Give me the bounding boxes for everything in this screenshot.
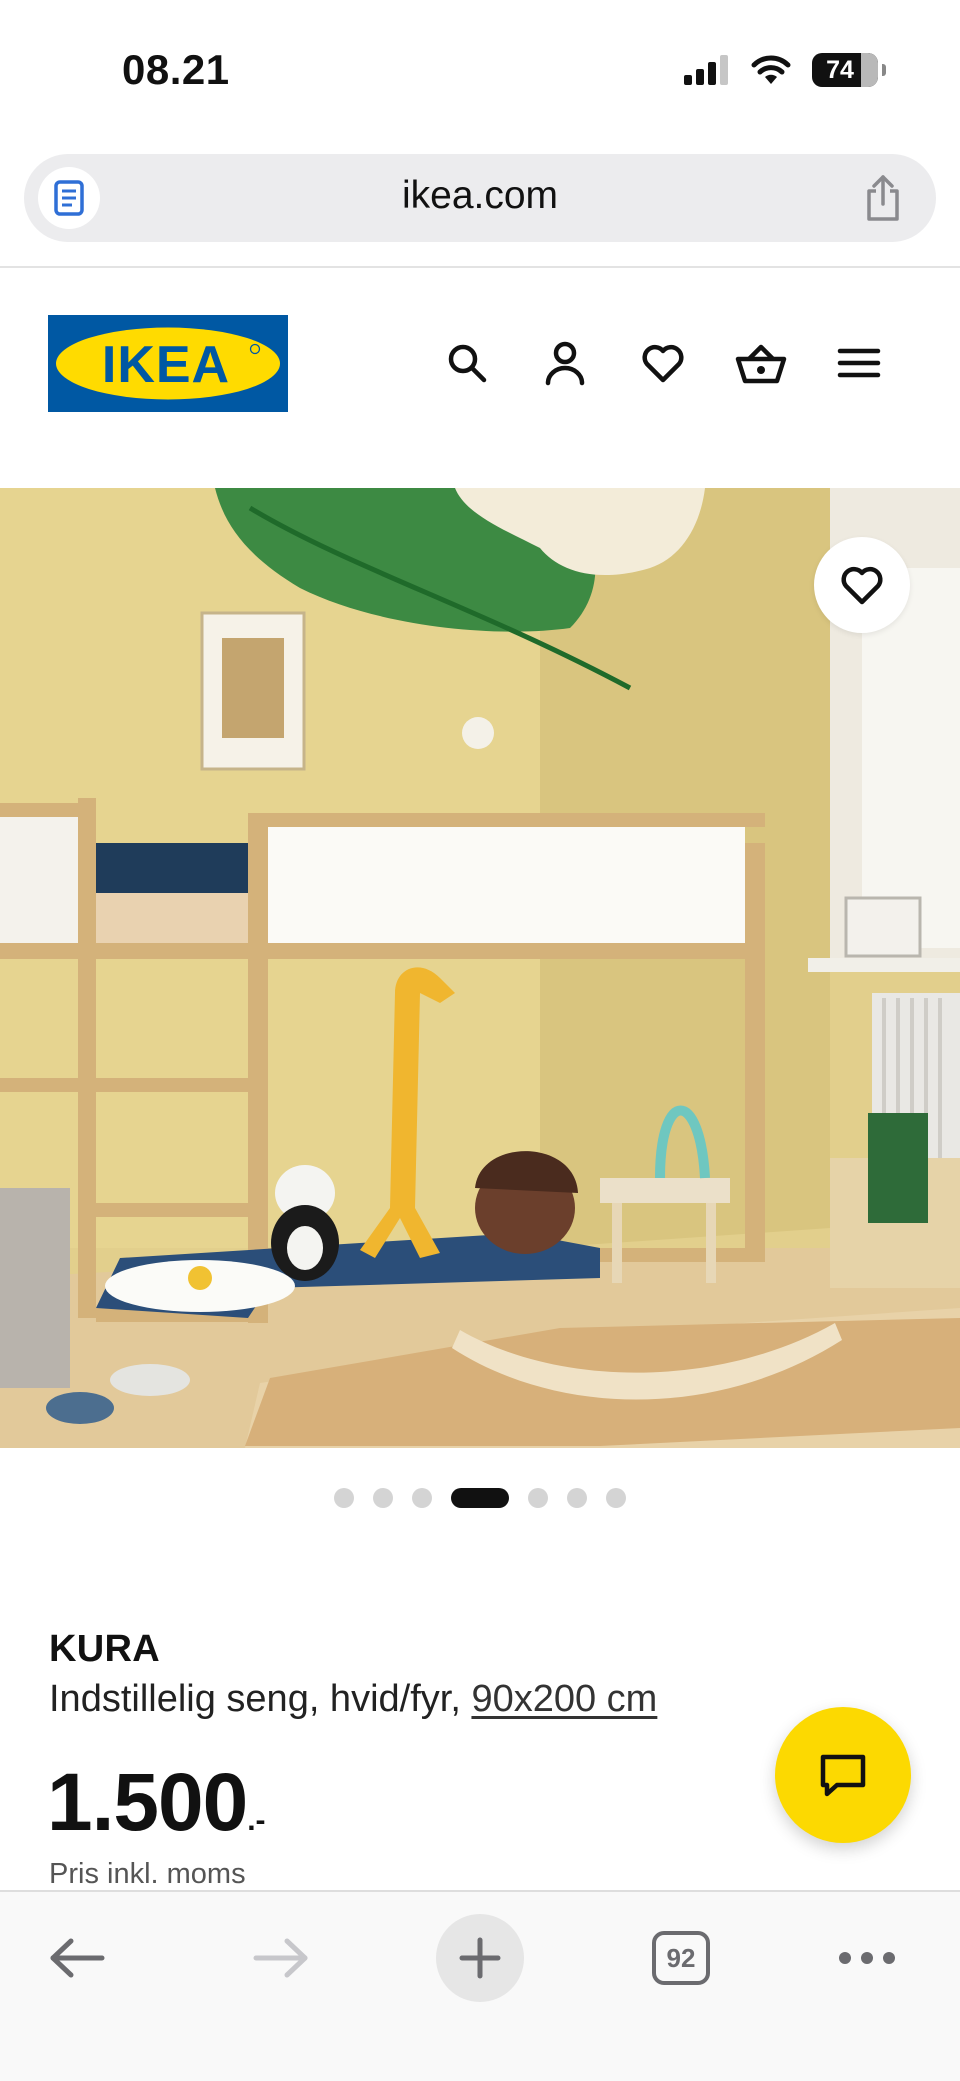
carousel-dot[interactable] xyxy=(334,1488,354,1508)
share-icon xyxy=(867,175,899,221)
account-icon xyxy=(545,341,585,386)
status-bar: 08.21 74 xyxy=(0,0,960,140)
account-button[interactable] xyxy=(538,336,592,390)
carousel-dot[interactable] xyxy=(451,1488,509,1508)
carousel-dot[interactable] xyxy=(567,1488,587,1508)
forward-button[interactable] xyxy=(244,1914,318,2002)
share-button[interactable] xyxy=(858,172,908,224)
more-button[interactable] xyxy=(830,1914,904,2002)
product-name: KURA xyxy=(49,1628,160,1670)
wifi-icon xyxy=(751,55,791,84)
price-value: 1.500 xyxy=(47,1757,248,1848)
browser-toolbar: 92 xyxy=(0,1890,960,2081)
favorite-button[interactable] xyxy=(814,537,910,633)
status-time: 08.21 xyxy=(122,46,230,93)
svg-text:IKEA: IKEA xyxy=(102,336,230,394)
chat-button[interactable] xyxy=(775,1707,911,1843)
plus-icon xyxy=(459,1937,501,1979)
product-photo xyxy=(0,488,960,1448)
back-button[interactable] xyxy=(40,1914,114,2002)
carousel-dot[interactable] xyxy=(373,1488,393,1508)
battery-level: 74 xyxy=(826,55,854,84)
heart-icon xyxy=(841,566,883,605)
arrow-right-icon xyxy=(253,1938,308,1978)
search-button[interactable] xyxy=(440,336,494,390)
site-header: IKEA xyxy=(0,268,960,488)
status-icons: 74 xyxy=(684,52,886,88)
search-icon xyxy=(448,344,487,383)
tabs-button[interactable]: 92 xyxy=(648,1914,714,2002)
header-icons xyxy=(440,336,886,390)
product-description: Indstillelig seng, hvid/fyr, 90x200 cm xyxy=(49,1678,657,1721)
price-suffix: .- xyxy=(247,1804,266,1837)
price-note: Pris inkl. moms xyxy=(49,1858,246,1890)
product-price: 1.500.- xyxy=(47,1756,266,1850)
product-description-text: Indstillelig seng, hvid/fyr, xyxy=(49,1678,461,1720)
url-text[interactable]: ikea.com xyxy=(24,174,936,218)
arrow-left-icon xyxy=(50,1938,105,1978)
battery-indicator: 74 xyxy=(812,53,886,87)
basket-button[interactable] xyxy=(734,336,788,390)
more-dots-icon xyxy=(839,1952,895,1964)
new-tab-button[interactable] xyxy=(436,1914,524,2002)
cellular-signal-icon xyxy=(684,55,728,85)
heart-icon xyxy=(642,344,684,383)
image-carousel-dots xyxy=(0,1486,960,1510)
carousel-dot[interactable] xyxy=(606,1488,626,1508)
shopping-basket-icon xyxy=(735,344,787,384)
tab-count: 92 xyxy=(652,1931,710,1985)
carousel-dot[interactable] xyxy=(528,1488,548,1508)
address-bar[interactable]: ikea.com xyxy=(24,154,936,242)
menu-icon xyxy=(837,348,881,378)
ikea-logo[interactable]: IKEA xyxy=(48,315,288,412)
product-image[interactable] xyxy=(0,488,960,1448)
chat-bubble-icon xyxy=(820,1754,866,1797)
menu-button[interactable] xyxy=(832,336,886,390)
carousel-dot[interactable] xyxy=(412,1488,432,1508)
product-size-link[interactable]: 90x200 cm xyxy=(471,1678,657,1720)
favorites-button[interactable] xyxy=(636,336,690,390)
